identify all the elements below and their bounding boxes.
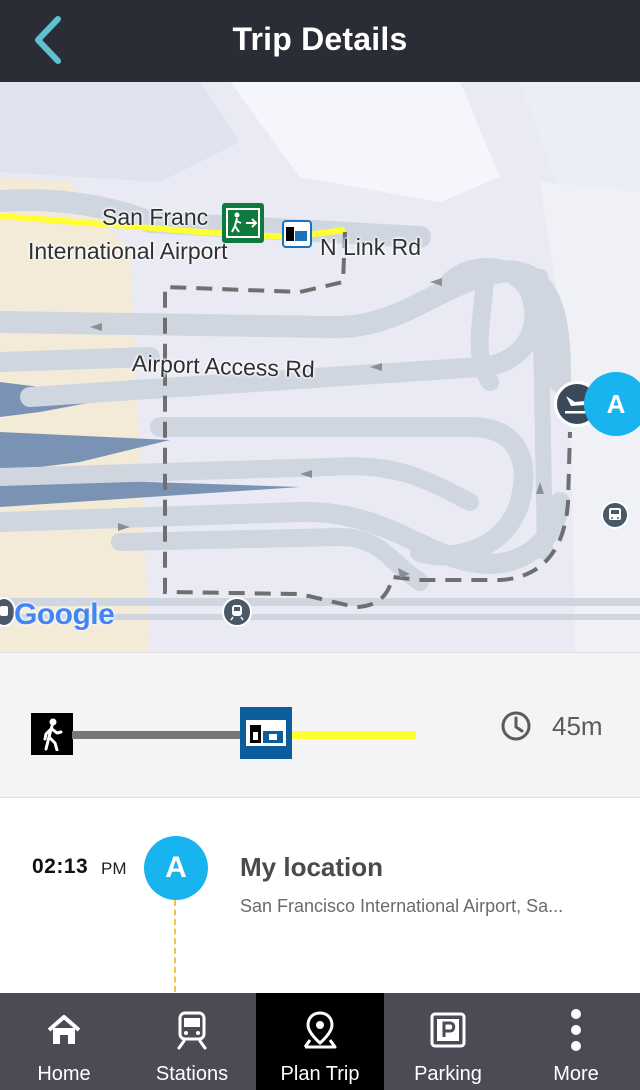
bottom-tab-bar: Home Stations Plan Trip Parking More bbox=[0, 993, 640, 1090]
step-pin-a: A bbox=[144, 836, 208, 900]
tab-plan-trip-label: Plan Trip bbox=[280, 1063, 360, 1085]
tab-home[interactable]: Home bbox=[0, 993, 128, 1090]
map-canvas[interactable] bbox=[0, 82, 640, 652]
parking-icon bbox=[430, 1012, 466, 1048]
tab-plan-trip[interactable]: Plan Trip bbox=[256, 993, 384, 1090]
tab-more-label: More bbox=[553, 1063, 599, 1085]
step-time: 02:13 bbox=[32, 855, 89, 878]
google-logo-text: Google bbox=[14, 598, 115, 631]
bart-segment-bar bbox=[292, 731, 416, 739]
map-label-airport: San Franc bbox=[102, 204, 209, 230]
bart-icon bbox=[240, 707, 292, 759]
clock-icon bbox=[501, 711, 531, 741]
map-pin-a[interactable]: A bbox=[584, 372, 640, 436]
map-pin-icon bbox=[303, 1011, 337, 1049]
trip-duration: 45m bbox=[552, 711, 603, 741]
tab-more[interactable]: More bbox=[512, 993, 640, 1090]
step-address: San Francisco International Airport, Sa.… bbox=[240, 896, 564, 916]
exit-icon[interactable] bbox=[222, 203, 264, 243]
bus-stop-icon[interactable] bbox=[601, 501, 629, 529]
tab-parking-label: Parking bbox=[414, 1063, 482, 1085]
train-icon bbox=[177, 1011, 207, 1050]
tab-home-label: Home bbox=[37, 1063, 91, 1085]
top-bar: Trip Details bbox=[0, 0, 640, 82]
tab-parking[interactable]: Parking bbox=[384, 993, 512, 1090]
tab-stations-label: Stations bbox=[155, 1063, 229, 1085]
trip-map[interactable]: San Franc International Airport N Link R… bbox=[0, 82, 640, 652]
walk-icon bbox=[31, 713, 73, 755]
trip-step[interactable]: 02:13 PM A My location San Francisco Int… bbox=[0, 798, 640, 993]
google-logo: Google bbox=[14, 598, 115, 632]
tab-stations[interactable]: Stations bbox=[128, 993, 256, 1090]
trip-summary: 45m bbox=[0, 652, 640, 798]
step-title: My location bbox=[240, 852, 384, 882]
tram-stop-icon[interactable] bbox=[222, 597, 252, 627]
step-time-ampm: PM bbox=[101, 859, 127, 878]
map-label-n-link-rd: N Link Rd bbox=[320, 234, 421, 260]
more-vertical-icon bbox=[571, 1009, 581, 1051]
page-title: Trip Details bbox=[232, 21, 408, 57]
bart-station-icon[interactable] bbox=[282, 220, 312, 248]
home-icon bbox=[47, 1015, 81, 1044]
map-label-airport-line2: International Airport bbox=[28, 238, 228, 264]
step-connector-line bbox=[174, 900, 176, 992]
walk-segment-bar bbox=[72, 731, 242, 739]
